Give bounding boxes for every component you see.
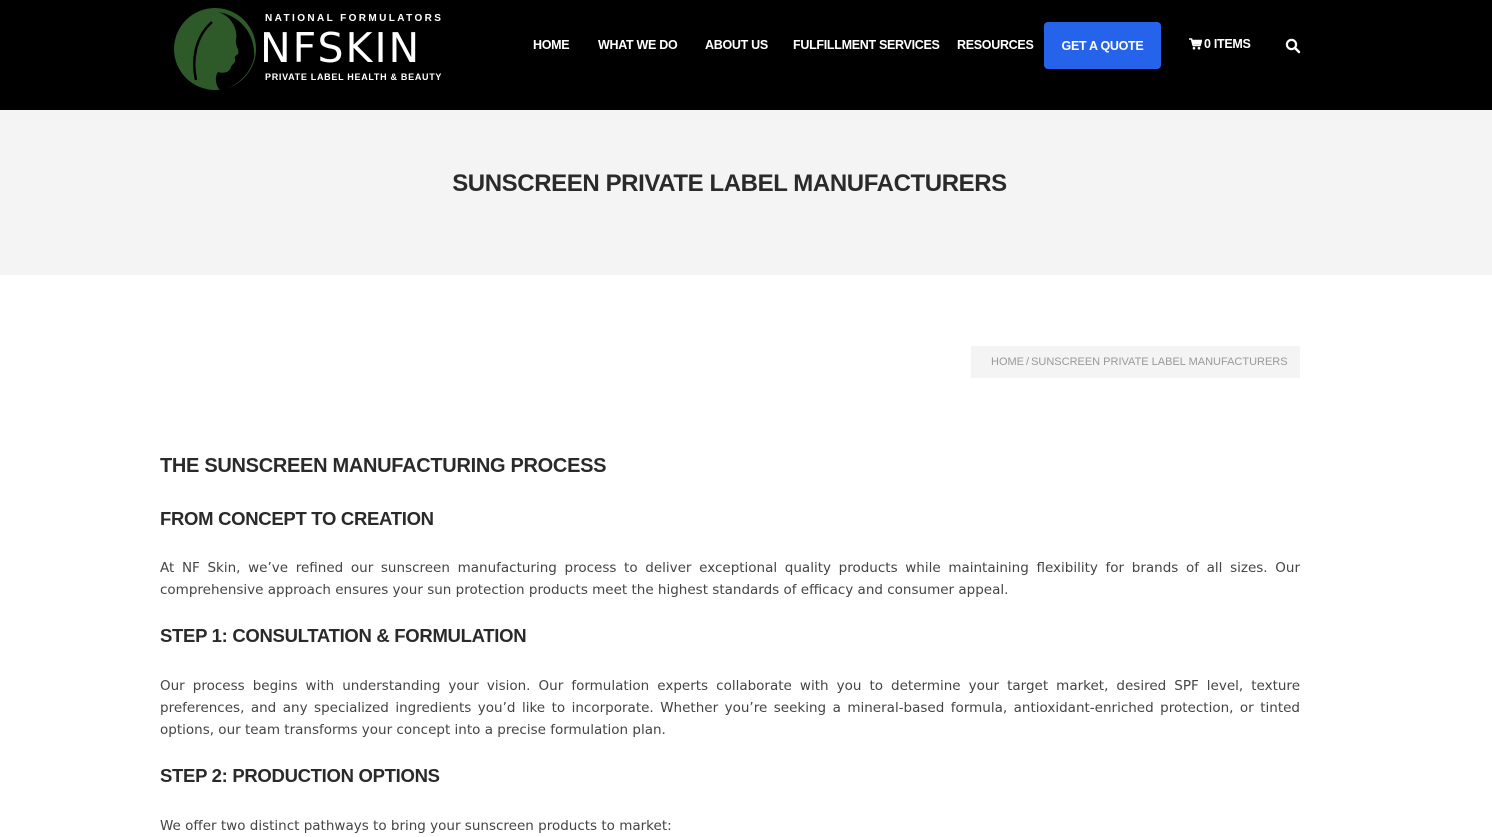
get-a-quote-button[interactable]: GET A QUOTE bbox=[1044, 22, 1161, 69]
cart-count-label: 0 ITEMS bbox=[1204, 37, 1251, 51]
breadcrumb-home-link[interactable]: HOME bbox=[991, 356, 1024, 368]
paragraph-step-2: We offer two distinct pathways to bring … bbox=[160, 818, 672, 834]
heading-manufacturing-process: THE SUNSCREEN MANUFACTURING PROCESS bbox=[160, 455, 607, 477]
paragraph-step-1: Our process begins with understanding yo… bbox=[160, 678, 1300, 738]
nav-resources[interactable]: RESOURCES bbox=[957, 38, 1034, 52]
logo-tagline-bottom: PRIVATE LABEL HEALTH & BEAUTY bbox=[265, 72, 443, 82]
breadcrumb-separator: / bbox=[1026, 356, 1030, 368]
nav-fulfillment-services[interactable]: FULFILLMENT SERVICES bbox=[793, 38, 940, 52]
site-logo[interactable]: NATIONAL FORMULATORS NFSKIN PRIVATE LABE… bbox=[172, 6, 452, 92]
logo-wordmark: NFSKIN bbox=[260, 24, 422, 72]
nav-home[interactable]: HOME bbox=[533, 38, 570, 52]
shopping-cart-icon bbox=[1189, 38, 1202, 50]
nav-about-us[interactable]: ABOUT US bbox=[705, 38, 768, 52]
cart-link[interactable]: 0 ITEMS bbox=[1189, 37, 1251, 51]
site-header: NATIONAL FORMULATORS NFSKIN PRIVATE LABE… bbox=[0, 0, 1492, 110]
search-icon[interactable] bbox=[1285, 38, 1301, 54]
paragraph-intro: At NF Skin, we’ve refined our sunscreen … bbox=[160, 560, 1300, 598]
heading-step-2: STEP 2: PRODUCTION OPTIONS bbox=[160, 765, 440, 786]
breadcrumb-current: SUNSCREEN PRIVATE LABEL MANUFACTURERS bbox=[1031, 356, 1288, 368]
heading-concept-to-creation: FROM CONCEPT TO CREATION bbox=[160, 508, 434, 529]
heading-step-1: STEP 1: CONSULTATION & FORMULATION bbox=[160, 625, 527, 646]
nav-what-we-do[interactable]: WHAT WE DO bbox=[598, 38, 678, 52]
page-title: SUNSCREEN PRIVATE LABEL MANUFACTURERS bbox=[452, 170, 1007, 197]
breadcrumb: HOME / SUNSCREEN PRIVATE LABEL MANUFACTU… bbox=[971, 346, 1300, 378]
logo-tagline-top: NATIONAL FORMULATORS bbox=[265, 13, 444, 24]
face-silhouette-logo-icon bbox=[174, 8, 256, 90]
page-title-band: SUNSCREEN PRIVATE LABEL MANUFACTURERS bbox=[0, 110, 1492, 275]
